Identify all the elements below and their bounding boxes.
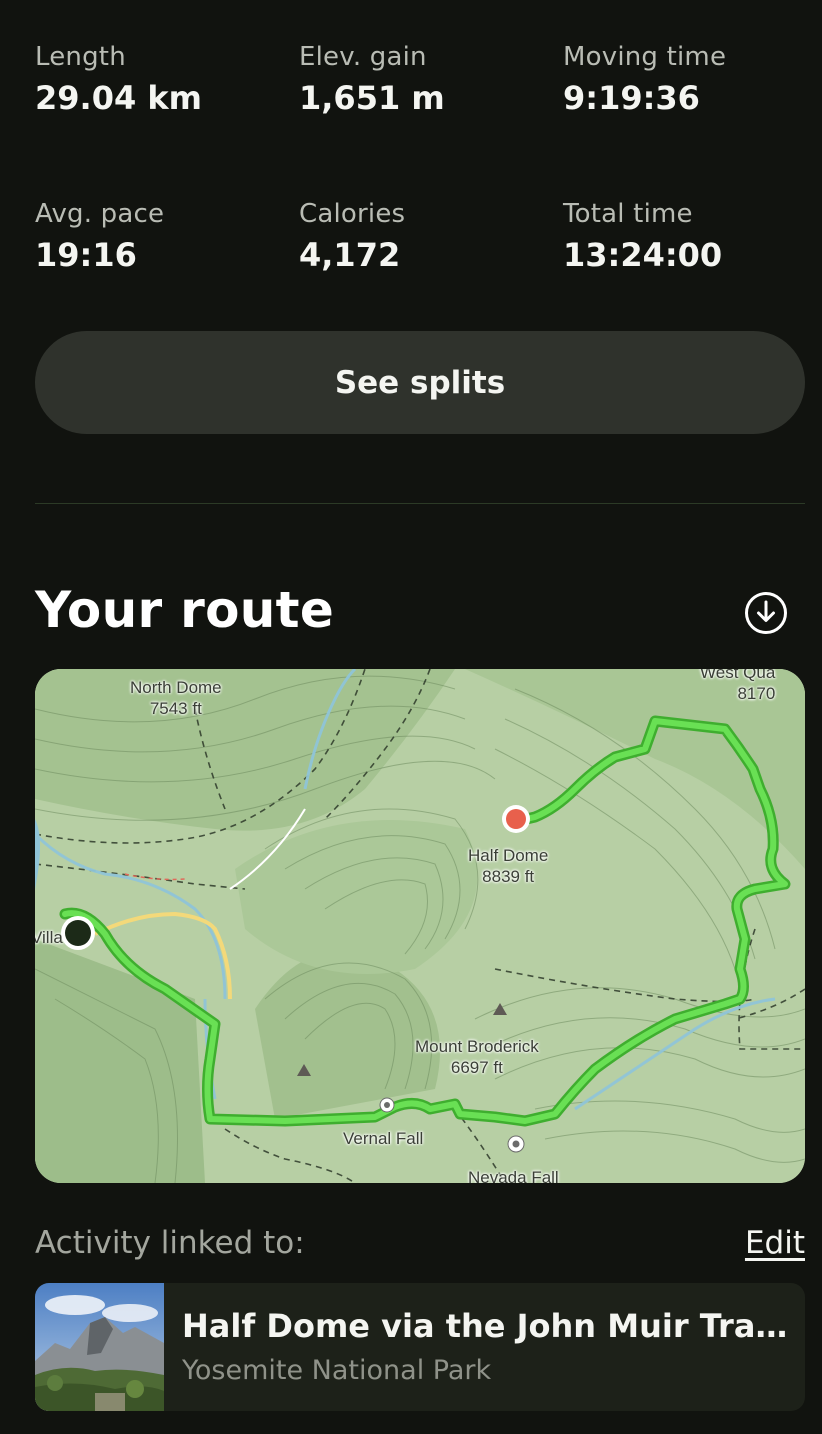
map-label-west-quarter: West Qua 8170 xyxy=(700,669,775,704)
stat-moving-time: Moving time 9:19:36 xyxy=(563,40,803,120)
stat-label: Avg. pace xyxy=(35,199,165,229)
map-label-half-dome: Half Dome 8839 ft xyxy=(468,845,548,887)
stat-label: Total time xyxy=(563,199,693,229)
map-label-elevation: 6697 ft xyxy=(450,1058,503,1077)
activity-linked-row: Activity linked to: Edit xyxy=(35,1220,805,1266)
stat-total-time: Total time 13:24:00 xyxy=(563,197,803,277)
route-map[interactable]: North Dome 7543 ft Half Dome 8839 ft Mou… xyxy=(35,669,805,1183)
trail-name: Half Dome via the John Muir Trail (J... xyxy=(182,1307,790,1345)
map-label-elevation: 8839 ft xyxy=(482,867,535,886)
stat-label: Calories xyxy=(299,199,406,229)
stat-label: Elev. gain xyxy=(299,42,427,72)
stat-calories: Calories 4,172 xyxy=(299,197,539,277)
stat-value: 1,651 m xyxy=(299,79,445,117)
stat-label: Length xyxy=(35,42,126,72)
stat-avg-pace: Avg. pace 19:16 xyxy=(35,197,275,277)
trail-thumbnail xyxy=(35,1283,164,1411)
route-section-title: Your route xyxy=(35,581,335,639)
stat-elevation-gain: Elev. gain 1,651 m xyxy=(299,40,539,120)
stat-value: 9:19:36 xyxy=(563,79,700,117)
stat-value: 4,172 xyxy=(299,236,401,274)
download-icon[interactable] xyxy=(744,591,788,635)
map-label-name: West Qua xyxy=(700,669,776,682)
map-label-elevation: 7543 ft xyxy=(149,699,202,718)
trail-park: Yosemite National Park xyxy=(182,1355,492,1386)
activity-stats: Length 29.04 km Elev. gain 1,651 m Movin… xyxy=(35,40,795,290)
stat-value: 19:16 xyxy=(35,236,137,274)
map-label-name: Half Dome xyxy=(468,846,549,865)
stat-value: 13:24:00 xyxy=(563,236,723,274)
section-divider xyxy=(35,503,805,504)
map-label-village: Villa xyxy=(35,928,63,947)
activity-linked-label: Activity linked to: xyxy=(35,1225,305,1261)
map-label-mount-broderick: Mount Broderick 6697 ft xyxy=(415,1036,539,1078)
map-label-nevada-fall: Nevada Fall xyxy=(468,1168,559,1183)
map-label-north-dome: North Dome 7543 ft xyxy=(130,677,222,719)
stat-length: Length 29.04 km xyxy=(35,40,275,120)
map-label-name: Mount Broderick xyxy=(415,1037,539,1056)
map-label-name: North Dome xyxy=(130,678,222,697)
stat-value: 29.04 km xyxy=(35,79,202,117)
see-splits-button[interactable]: See splits xyxy=(35,331,805,434)
map-label-elevation: 8170 xyxy=(737,684,776,703)
map-label-vernal-fall: Vernal Fall xyxy=(343,1129,424,1148)
linked-trail-card[interactable]: Half Dome via the John Muir Trail (J... … xyxy=(35,1283,805,1411)
stat-label: Moving time xyxy=(563,42,727,72)
edit-link[interactable]: Edit xyxy=(745,1220,805,1266)
